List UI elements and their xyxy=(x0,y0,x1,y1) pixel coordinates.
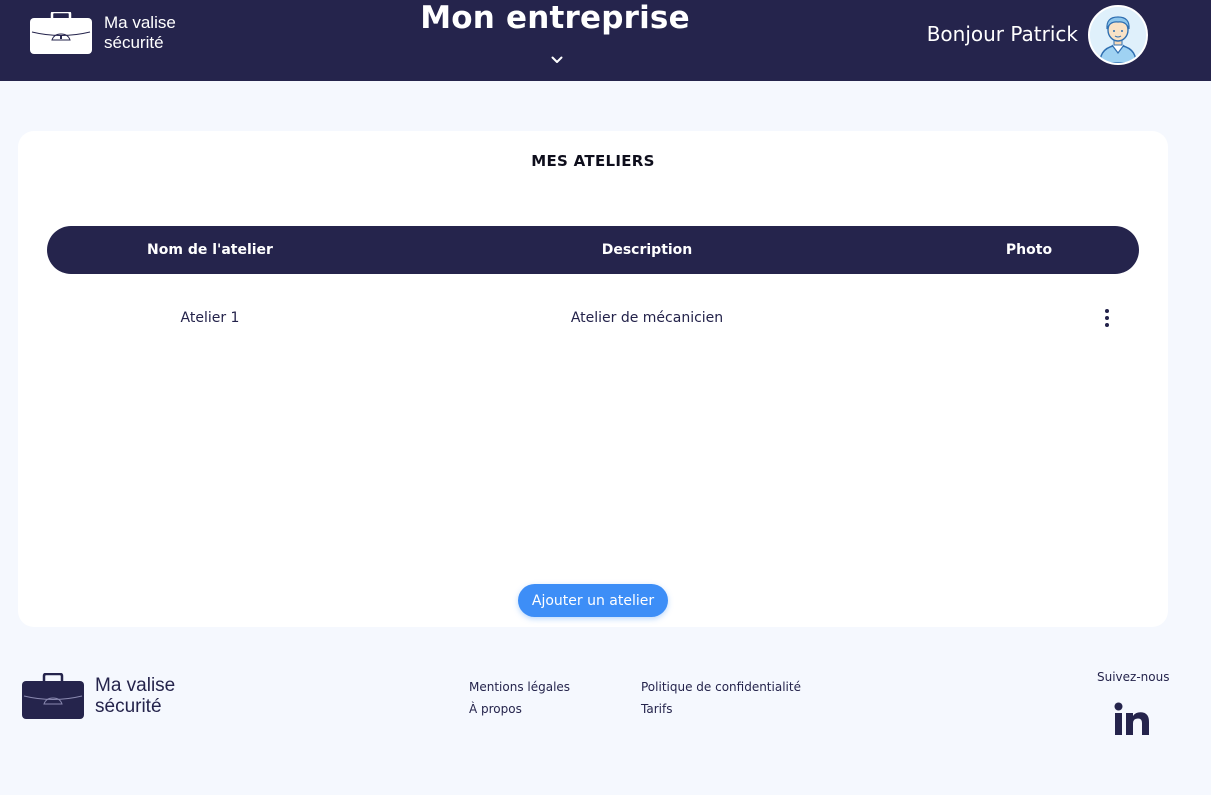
column-header-name: Nom de l'atelier xyxy=(147,242,273,258)
company-title[interactable]: Mon entreprise xyxy=(380,0,730,36)
company-switch-button[interactable] xyxy=(549,53,565,67)
briefcase-icon xyxy=(22,673,84,719)
more-vertical-icon[interactable] xyxy=(1097,308,1117,328)
column-header-photo: Photo xyxy=(1005,242,1053,258)
linkedin-icon[interactable] xyxy=(1112,701,1152,737)
footer-link-privacy[interactable]: Politique de confidentialité xyxy=(641,680,801,694)
logo-line-2: sécurité xyxy=(104,33,164,52)
logo-line-1: Ma valise xyxy=(104,13,176,32)
user-avatar-icon xyxy=(1090,7,1146,63)
app-logo-text: Ma valise sécurité xyxy=(104,13,176,53)
footer-logo-text: Ma valise sécurité xyxy=(95,675,175,717)
user-avatar[interactable] xyxy=(1088,5,1148,65)
top-header: Ma valise sécurité Mon entreprise Bonjou… xyxy=(0,0,1211,81)
add-workshop-button[interactable]: Ajouter un atelier xyxy=(518,584,668,617)
column-header-description: Description xyxy=(601,242,693,258)
footer-logo-line-2: sécurité xyxy=(95,696,162,717)
briefcase-icon xyxy=(30,12,92,54)
workshops-title: MES ATELIERS xyxy=(531,152,655,170)
footer-link-legal[interactable]: Mentions légales xyxy=(469,680,570,694)
footer-logo-line-1: Ma valise xyxy=(95,675,176,696)
footer-link-about[interactable]: À propos xyxy=(469,702,522,716)
workshop-name-cell: Atelier 1 xyxy=(180,310,240,326)
footer-link-pricing[interactable]: Tarifs xyxy=(641,702,672,716)
user-greeting: Bonjour Patrick xyxy=(926,22,1078,46)
chevron-down-icon xyxy=(551,56,563,63)
workshops-card: MES ATELIERS Nom de l'atelier Descriptio… xyxy=(18,131,1168,627)
footer-logo[interactable]: Ma valise sécurité xyxy=(22,673,175,719)
table-row[interactable]: Atelier 1 Atelier de mécanicien xyxy=(47,296,1139,340)
table-header: Nom de l'atelier Description Photo xyxy=(47,226,1139,274)
workshop-description-cell: Atelier de mécanicien xyxy=(570,310,724,326)
app-logo[interactable]: Ma valise sécurité xyxy=(30,12,176,54)
follow-us-label: Suivez-nous xyxy=(1097,670,1170,684)
